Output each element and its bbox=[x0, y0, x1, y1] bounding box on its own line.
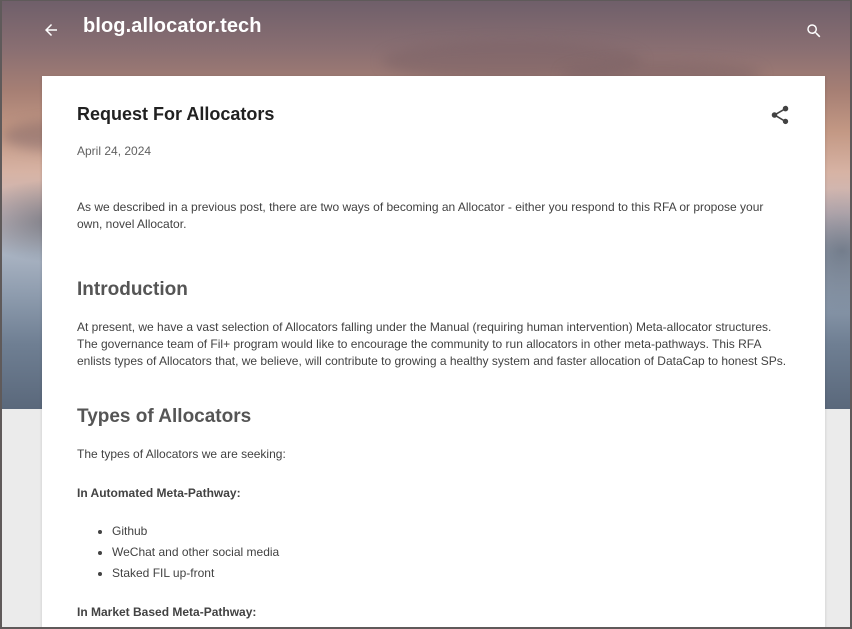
browser-frame: blog.allocator.tech Request For Allocato… bbox=[0, 0, 852, 629]
types-paragraph: The types of Allocators we are seeking: bbox=[77, 447, 286, 461]
list-item: WeChat and other social media bbox=[112, 542, 279, 563]
intro-paragraph: As we described in a previous post, ther… bbox=[77, 200, 764, 231]
search-button[interactable] bbox=[802, 19, 826, 43]
section-heading-types: Types of Allocators bbox=[77, 406, 252, 427]
share-button[interactable] bbox=[769, 104, 791, 126]
app-bar: blog.allocator.tech bbox=[2, 1, 850, 59]
arrow-left-icon bbox=[45, 24, 57, 36]
automated-pathway-list: Github WeChat and other social media Sta… bbox=[77, 521, 279, 584]
site-title[interactable]: blog.allocator.tech bbox=[83, 15, 262, 38]
introduction-paragraph: At present, we have a vast selection of … bbox=[77, 320, 787, 368]
list-item: Staked FIL up-front bbox=[112, 563, 279, 584]
post-date: April 24, 2024 bbox=[77, 144, 152, 158]
post-card: Request For Allocators April 24, 2024 As… bbox=[42, 76, 825, 627]
post-title: Request For Allocators bbox=[77, 104, 275, 124]
market-pathway-label: In Market Based Meta-Pathway: bbox=[77, 605, 257, 619]
list-item: Github bbox=[112, 521, 279, 542]
search-icon bbox=[807, 24, 821, 38]
back-button[interactable] bbox=[38, 17, 64, 43]
share-icon bbox=[771, 105, 789, 125]
section-heading-introduction: Introduction bbox=[77, 279, 188, 300]
automated-pathway-label: In Automated Meta-Pathway: bbox=[77, 486, 241, 500]
